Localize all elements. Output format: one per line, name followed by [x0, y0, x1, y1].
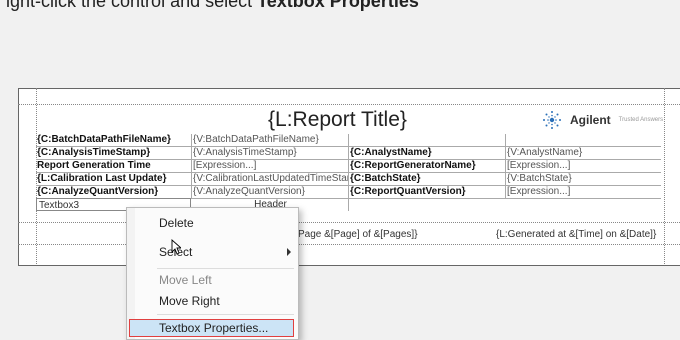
table-cell[interactable]: [Expression...] — [506, 160, 659, 172]
table-cell[interactable] — [349, 134, 506, 146]
caption-bold: Textbox Properties — [257, 0, 419, 11]
table-cell[interactable]: {C:BatchState} — [349, 173, 506, 185]
menu-item-delete[interactable]: Delete — [159, 214, 194, 232]
guide-line — [18, 222, 680, 223]
agilent-spark-icon — [543, 111, 561, 129]
table-row: Report Generation Time [Expression...] {… — [36, 160, 661, 173]
context-menu: Delete Select Move Left Move Right Textb… — [126, 207, 299, 340]
instruction-caption: ight-click the control and select Textbo… — [6, 0, 419, 12]
table-cell[interactable]: {V:BatchDataPathFileName} — [192, 134, 349, 146]
table-cell[interactable]: [Expression...] — [192, 160, 349, 172]
menu-separator — [157, 268, 294, 269]
guide-line — [18, 244, 680, 245]
table-cell[interactable]: {V:AnalyzeQuantVersion} — [192, 186, 349, 198]
table-row: {C:AnalysisTimeStamp} {V:AnalysisTimeSta… — [36, 147, 661, 160]
table-cell[interactable]: Report Generation Time — [36, 160, 192, 172]
guide-line — [18, 104, 680, 105]
menu-item-textbox-properties[interactable]: Textbox Properties... — [159, 319, 268, 337]
guide-line — [664, 88, 665, 264]
agilent-logo[interactable]: Agilent Trusted Answers — [540, 109, 663, 131]
caption-prefix: ight-click the control and select — [6, 0, 258, 11]
table-cell[interactable]: {V:BatchState} — [506, 173, 659, 185]
mouse-pointer-icon — [171, 239, 181, 255]
table-cell[interactable]: {C:AnalysisTimeStamp} — [36, 147, 192, 159]
menu-item-move-right[interactable]: Move Right — [159, 292, 220, 310]
table-cell[interactable]: {L:Calibration Last Update} — [36, 173, 192, 185]
table-cell[interactable]: {V:AnalysisTimeStamp} — [192, 147, 349, 159]
report-title[interactable]: {L:Report Title} — [268, 108, 407, 132]
table-cell[interactable]: {V:AnalystName} — [506, 147, 659, 159]
table-row: {L:Calibration Last Update} {V:Calibrati… — [36, 173, 661, 186]
table-row: {C:BatchDataPathFileName} {V:BatchDataPa… — [36, 134, 661, 147]
table-cell[interactable]: {C:AnalystName} — [349, 147, 506, 159]
table-cell[interactable]: [Expression...] — [506, 186, 659, 198]
table-cell[interactable]: {C:ReportGeneratorName} — [349, 160, 506, 172]
submenu-arrow-icon — [287, 248, 291, 256]
table-cell[interactable]: {C:BatchDataPathFileName} — [36, 134, 192, 146]
report-header-table: {C:BatchDataPathFileName} {V:BatchDataPa… — [36, 134, 661, 199]
footer-page-number[interactable]: Page &[Page] of &[Pages]} — [298, 229, 418, 240]
menu-item-move-left: Move Left — [159, 273, 212, 287]
logo-tagline: Trusted Answers — [618, 117, 664, 123]
table-cell[interactable]: {V:CalibrationLastUpdatedTimeStam — [192, 173, 349, 185]
table-cell[interactable] — [506, 134, 659, 146]
footer-generated[interactable]: {L:Generated at &[Time] on &[Date]} — [496, 229, 656, 240]
table-cell[interactable]: {C:ReportQuantVersion} — [349, 186, 506, 198]
menu-separator — [157, 314, 294, 315]
logo-brand: Agilent — [570, 113, 611, 127]
table-cell[interactable]: {C:AnalyzeQuantVersion} — [36, 186, 192, 198]
